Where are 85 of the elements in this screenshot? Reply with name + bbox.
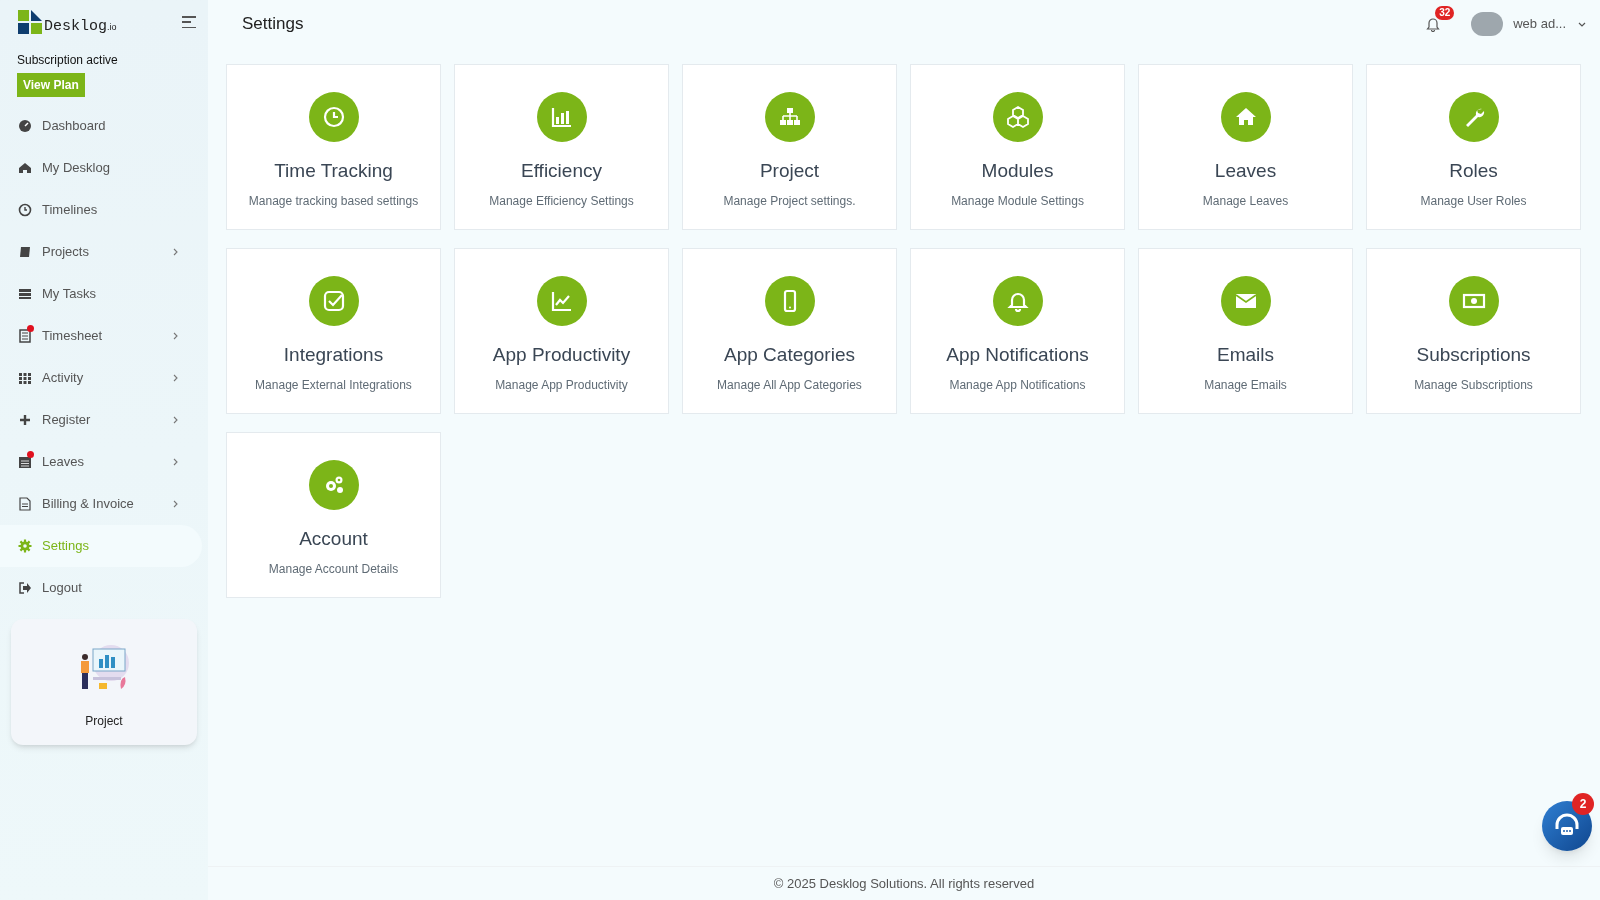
money-icon [1448, 276, 1499, 326]
page-title: Settings [242, 13, 304, 36]
settings-card[interactable]: Time Tracking Manage tracking based settings [226, 64, 441, 230]
settings-card[interactable]: Integrations Manage External Integrations [226, 248, 441, 414]
cubes-icon [992, 92, 1043, 142]
card-subtitle: Manage All App Categories [717, 376, 862, 394]
card-title: Subscriptions [1416, 343, 1531, 367]
card-subtitle: Manage App Productivity [495, 376, 628, 394]
card-title: App Categories [724, 343, 855, 367]
card-subtitle: Manage Project settings. [723, 192, 856, 210]
line-chart-icon [536, 276, 587, 326]
settings-card[interactable]: App Categories Manage All App Categories [682, 248, 897, 414]
promo-label: Project [85, 713, 123, 730]
file-icon [18, 497, 32, 511]
plus-icon [18, 413, 32, 427]
card-title: Roles [1449, 159, 1498, 183]
card-title: Leaves [1214, 159, 1277, 183]
card-title: Integrations [283, 343, 384, 367]
card-title: Account [299, 527, 368, 551]
sidebar-item[interactable]: My Tasks [0, 273, 202, 315]
sitemap-icon [764, 92, 815, 142]
clock-icon [308, 92, 359, 142]
document-icon [18, 329, 32, 343]
bar-chart-icon [536, 92, 587, 142]
card-subtitle: Manage External Integrations [255, 376, 412, 394]
settings-card[interactable]: Emails Manage Emails [1138, 248, 1353, 414]
settings-card[interactable]: App Productivity Manage App Productivity [454, 248, 669, 414]
calendar-icon [18, 455, 32, 469]
envelope-icon [1220, 276, 1271, 326]
bell-icon [1426, 16, 1441, 32]
settings-card[interactable]: Subscriptions Manage Subscriptions [1366, 248, 1581, 414]
card-subtitle: Manage Efficiency Settings [489, 192, 634, 210]
grid-icon [18, 371, 32, 385]
footer-text: © 2025 Desklog Solutions. All rights reserved [773, 874, 1035, 893]
card-subtitle: Manage Module Settings [951, 192, 1084, 210]
sidebar-item[interactable]: My Desklog [0, 147, 202, 189]
user-menu[interactable]: web ad... [1513, 14, 1586, 34]
home-icon [1220, 92, 1271, 142]
card-title: Modules [981, 159, 1054, 183]
card-title: Project [759, 159, 820, 183]
home-icon [18, 161, 32, 175]
chevron-down-icon [1578, 21, 1586, 27]
sidebar-item[interactable]: Dashboard [0, 105, 202, 147]
settings-card[interactable]: Project Manage Project settings. [682, 64, 897, 230]
card-subtitle: Manage tracking based settings [248, 192, 419, 210]
clock-icon [18, 203, 32, 217]
logo-text: Desklog.io [44, 19, 117, 34]
card-title: App Notifications [946, 343, 1089, 367]
settings-card[interactable]: App Notifications Manage App Notifications [910, 248, 1125, 414]
card-subtitle: Manage Subscriptions [1414, 376, 1533, 394]
sidebar-item[interactable]: Billing & Invoice [0, 483, 202, 525]
logo-icon [18, 10, 42, 34]
settings-card[interactable]: Efficiency Manage Efficiency Settings [454, 64, 669, 230]
card-title: Time Tracking [274, 159, 393, 183]
settings-card[interactable]: Account Manage Account Details [226, 432, 441, 598]
card-title: Emails [1217, 343, 1274, 367]
sidebar-item[interactable]: Activity [0, 357, 202, 399]
settings-icon [18, 539, 32, 553]
card-subtitle: Manage App Notifications [949, 376, 1086, 394]
card-subtitle: Manage Leaves [1202, 192, 1289, 210]
sidebar-item[interactable]: Timelines [0, 189, 202, 231]
sidebar-item[interactable]: Logout [0, 567, 202, 609]
tasks-icon [18, 287, 32, 301]
menu-icon[interactable] [182, 15, 198, 29]
mobile-icon [764, 276, 815, 326]
promo-card[interactable]: Project [11, 619, 197, 745]
sidebar-item[interactable]: Timesheet [0, 315, 202, 357]
card-subtitle: Manage Emails [1204, 376, 1287, 394]
logout-icon [18, 581, 32, 595]
notification-count: 32 [1435, 6, 1455, 20]
card-subtitle: Manage Account Details [268, 560, 399, 578]
card-title: App Productivity [492, 343, 631, 367]
checkbox-icon [308, 276, 359, 326]
bell-icon [992, 276, 1043, 326]
card-subtitle: Manage User Roles [1420, 192, 1527, 210]
dashboard-icon [18, 119, 32, 133]
wrench-icon [1448, 92, 1499, 142]
settings-card[interactable]: Modules Manage Module Settings [910, 64, 1125, 230]
sidebar-item[interactable]: Register [0, 399, 202, 441]
sidebar-item[interactable]: Leaves [0, 441, 202, 483]
subscription-status: Subscription active [16, 52, 119, 69]
sidebar-item[interactable]: Projects [0, 231, 202, 273]
settings-card[interactable]: Roles Manage User Roles [1366, 64, 1581, 230]
card-title: Efficiency [521, 159, 602, 183]
settings-card[interactable]: Leaves Manage Leaves [1138, 64, 1353, 230]
